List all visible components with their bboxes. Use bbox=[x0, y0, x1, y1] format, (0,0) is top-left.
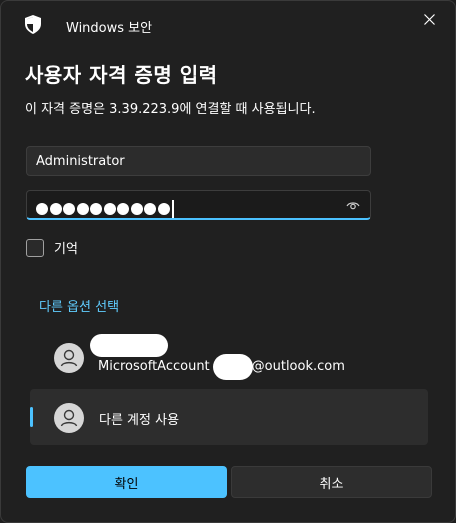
password-dot bbox=[144, 203, 156, 215]
remember-label: 기억 bbox=[54, 242, 78, 257]
password-dot bbox=[157, 203, 170, 215]
password-dot bbox=[49, 203, 62, 215]
password-dot bbox=[103, 203, 116, 215]
ok-button[interactable]: 확인 bbox=[26, 466, 227, 498]
reveal-password-icon[interactable] bbox=[346, 200, 360, 210]
account-option-microsoft[interactable]: MicrosoftAccount @outlook.com bbox=[30, 331, 428, 387]
title-bar: Windows 보안 bbox=[1, 1, 455, 47]
close-icon bbox=[423, 13, 435, 25]
user-avatar-icon bbox=[54, 343, 84, 373]
password-dot bbox=[63, 203, 75, 215]
more-options-link[interactable]: 다른 옵션 선택 bbox=[39, 296, 119, 315]
password-dot bbox=[36, 203, 48, 215]
password-mask bbox=[36, 200, 174, 218]
user-avatar-icon bbox=[54, 403, 84, 433]
account-email-prefix: MicrosoftAccount bbox=[98, 359, 210, 374]
checkbox-box[interactable] bbox=[26, 238, 44, 257]
shield-icon bbox=[25, 15, 41, 34]
password-field[interactable] bbox=[26, 190, 371, 220]
redacted-account-name bbox=[90, 334, 168, 357]
account-option-other[interactable]: 다른 계정 사용 bbox=[30, 389, 428, 445]
cancel-button[interactable]: 취소 bbox=[231, 466, 432, 498]
dialog-heading: 사용자 자격 증명 입력 bbox=[25, 63, 218, 87]
other-account-label: 다른 계정 사용 bbox=[99, 413, 180, 428]
window-title: Windows 보안 bbox=[66, 21, 153, 36]
credential-dialog: Windows 보안 사용자 자격 증명 입력 이 자격 증명은 3.39.22… bbox=[0, 0, 456, 523]
password-dot bbox=[117, 203, 129, 215]
account-email-suffix: @outlook.com bbox=[251, 359, 345, 374]
username-value: Administrator bbox=[36, 154, 125, 169]
close-button[interactable] bbox=[411, 5, 447, 33]
password-dot bbox=[90, 203, 102, 215]
selection-indicator bbox=[30, 407, 33, 427]
username-field[interactable]: Administrator bbox=[26, 146, 371, 176]
dialog-subtitle: 이 자격 증명은 3.39.223.9에 연결할 때 사용됩니다. bbox=[25, 102, 316, 117]
text-caret bbox=[172, 200, 174, 218]
redacted-email-part bbox=[213, 354, 253, 380]
remember-checkbox[interactable]: 기억 bbox=[26, 238, 78, 257]
password-dot bbox=[130, 203, 143, 215]
password-dot bbox=[76, 203, 89, 215]
